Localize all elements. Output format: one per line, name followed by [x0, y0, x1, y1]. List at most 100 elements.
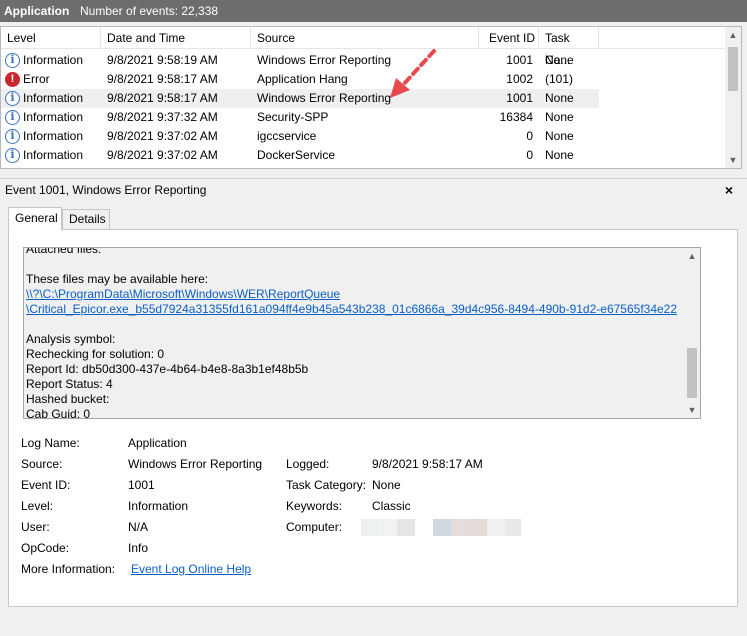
event-level: Information: [23, 129, 84, 143]
log-title-bar: Application Number of events: 22,338: [0, 0, 747, 22]
event-id: 0: [526, 148, 533, 162]
scroll-up-icon[interactable]: ▲: [725, 27, 741, 43]
event-source: DockerService: [257, 148, 336, 162]
description-line: These files may be available here:: [26, 272, 209, 286]
event-source: Windows Error Reporting: [257, 53, 392, 67]
event-source: igccservice: [257, 129, 317, 143]
tab-details[interactable]: Details: [62, 209, 110, 230]
event-list-header: Level Date and Time Source Event ID Task…: [1, 27, 727, 67]
task-category-label: Task Category:: [286, 478, 367, 492]
more-information-label: More Information:: [21, 562, 116, 576]
description-line: Attached files:: [26, 247, 102, 256]
description-link[interactable]: \\?\C:\ProgramData\Microsoft\Windows\WER…: [26, 287, 682, 302]
logged-label: Logged:: [286, 457, 330, 471]
tab-general[interactable]: General: [8, 207, 62, 231]
event-task-category: None: [545, 148, 574, 162]
event-level: Information: [23, 148, 84, 162]
computer-label: Computer:: [286, 520, 343, 534]
column-header-date[interactable]: Date and Time: [101, 27, 251, 49]
event-level: Information: [23, 91, 84, 105]
error-icon: !: [5, 72, 20, 87]
scroll-up-icon[interactable]: ▲: [684, 248, 700, 264]
event-level: Information: [23, 110, 84, 124]
event-id-label: Event ID:: [21, 478, 71, 492]
column-header-level[interactable]: Level: [1, 27, 101, 49]
event-date: 9/8/2021 9:58:19 AM: [107, 53, 218, 67]
information-icon: i: [5, 148, 20, 163]
close-icon[interactable]: ×: [725, 179, 733, 201]
event-date: 9/8/2021 9:37:02 AM: [107, 129, 218, 143]
event-rows: i Information 9/8/2021 9:58:19 AM Windows E…: [1, 51, 727, 165]
event-list[interactable]: Level Date and Time Source Event ID Task…: [0, 26, 742, 169]
event-id: 0: [526, 129, 533, 143]
scroll-down-icon[interactable]: ▼: [725, 152, 741, 168]
level-value: Information: [128, 499, 189, 513]
event-row[interactable]: i Information 9/8/2021 9:37:32 AM Security-…: [1, 108, 727, 127]
event-task-category: None: [545, 53, 574, 67]
general-tab-panel: Attached files: These files may be availa…: [8, 229, 738, 607]
description-link[interactable]: \Critical_Epicor.exe_b55d7924a31355fd161…: [26, 302, 682, 317]
logged-value: 9/8/2021 9:58:17 AM: [372, 457, 483, 471]
event-date: 9/8/2021 9:37:32 AM: [107, 110, 218, 124]
description-line: Rechecking for solution: 0: [26, 347, 165, 361]
event-id: 1001: [506, 53, 533, 67]
scroll-down-icon[interactable]: ▼: [684, 402, 700, 418]
information-icon: i: [5, 91, 20, 106]
description-line: Report Status: 4: [26, 377, 113, 391]
source-label: Source:: [21, 457, 63, 471]
event-list-scrollbar[interactable]: ▲ ▼: [725, 27, 741, 168]
log-name-value: Application: [128, 436, 187, 450]
description-line: Analysis symbol:: [26, 332, 116, 346]
event-date: 9/8/2021 9:58:17 AM: [107, 72, 218, 86]
event-date: 9/8/2021 9:58:17 AM: [107, 91, 218, 105]
event-task-category: None: [545, 129, 574, 143]
event-source: Windows Error Reporting: [257, 91, 392, 105]
event-level: Information: [23, 53, 84, 67]
column-header-task-category[interactable]: Task Ca...: [539, 27, 599, 67]
event-row[interactable]: i Information 9/8/2021 9:37:02 AM igccservi…: [1, 127, 727, 146]
description-line: Hashed bucket:: [26, 392, 110, 406]
information-icon: i: [5, 110, 20, 125]
description-line: [26, 317, 682, 332]
event-id: 1002: [506, 72, 533, 86]
event-row[interactable]: i Information 9/8/2021 9:58:17 AM Windows E…: [1, 89, 599, 108]
scroll-thumb[interactable]: [687, 348, 697, 398]
event-row[interactable]: i Information 9/8/2021 9:58:19 AM Windows E…: [1, 51, 727, 70]
event-source: Application Hang: [257, 72, 348, 86]
description-scrollbar[interactable]: ▲ ▼: [684, 248, 700, 418]
event-task-category: None: [545, 91, 574, 105]
scroll-thumb[interactable]: [728, 47, 738, 91]
description-line: Report Id: db50d300-437e-4b64-b4e8-8a3b1…: [26, 362, 309, 376]
event-id-value: 1001: [128, 478, 155, 492]
event-row[interactable]: ! Error 9/8/2021 9:58:17 AM Application Han…: [1, 70, 727, 89]
event-description-box[interactable]: Attached files: These files may be availa…: [23, 247, 701, 419]
event-task-category: None: [545, 110, 574, 124]
event-row[interactable]: i Information 9/8/2021 9:37:02 AM DockerSer…: [1, 146, 727, 165]
information-icon: i: [5, 53, 20, 68]
event-detail-title: Event 1001, Windows Error Reporting: [5, 183, 207, 197]
opcode-value: Info: [128, 541, 149, 555]
event-date: 9/8/2021 9:37:02 AM: [107, 148, 218, 162]
event-source: Security-SPP: [257, 110, 329, 124]
log-name-label: Log Name:: [21, 436, 80, 450]
keywords-value: Classic: [372, 499, 411, 513]
event-detail-header: Event 1001, Windows Error Reporting ×: [0, 178, 747, 200]
description-line: [26, 257, 682, 272]
task-category-value: None: [372, 478, 401, 492]
computer-value-redacted: [361, 519, 521, 536]
event-description-text: Attached files: These files may be availa…: [26, 247, 682, 419]
user-label: User:: [21, 520, 50, 534]
red-arrow-annotation-icon: [390, 49, 436, 98]
event-log-online-help-link[interactable]: Event Log Online Help: [131, 562, 251, 576]
event-level: Error: [23, 72, 50, 86]
log-name-title: Application: [4, 4, 70, 18]
event-id: 1001: [506, 91, 533, 105]
event-task-category: (101): [545, 72, 574, 86]
level-label: Level:: [21, 499, 54, 513]
column-header-event-id[interactable]: Event ID: [479, 27, 539, 49]
event-count: Number of events: 22,338: [80, 4, 219, 18]
source-value: Windows Error Reporting: [128, 457, 263, 471]
event-id: 16384: [499, 110, 533, 124]
description-line: Cab Guid: 0: [26, 407, 91, 419]
user-value: N/A: [128, 520, 149, 534]
